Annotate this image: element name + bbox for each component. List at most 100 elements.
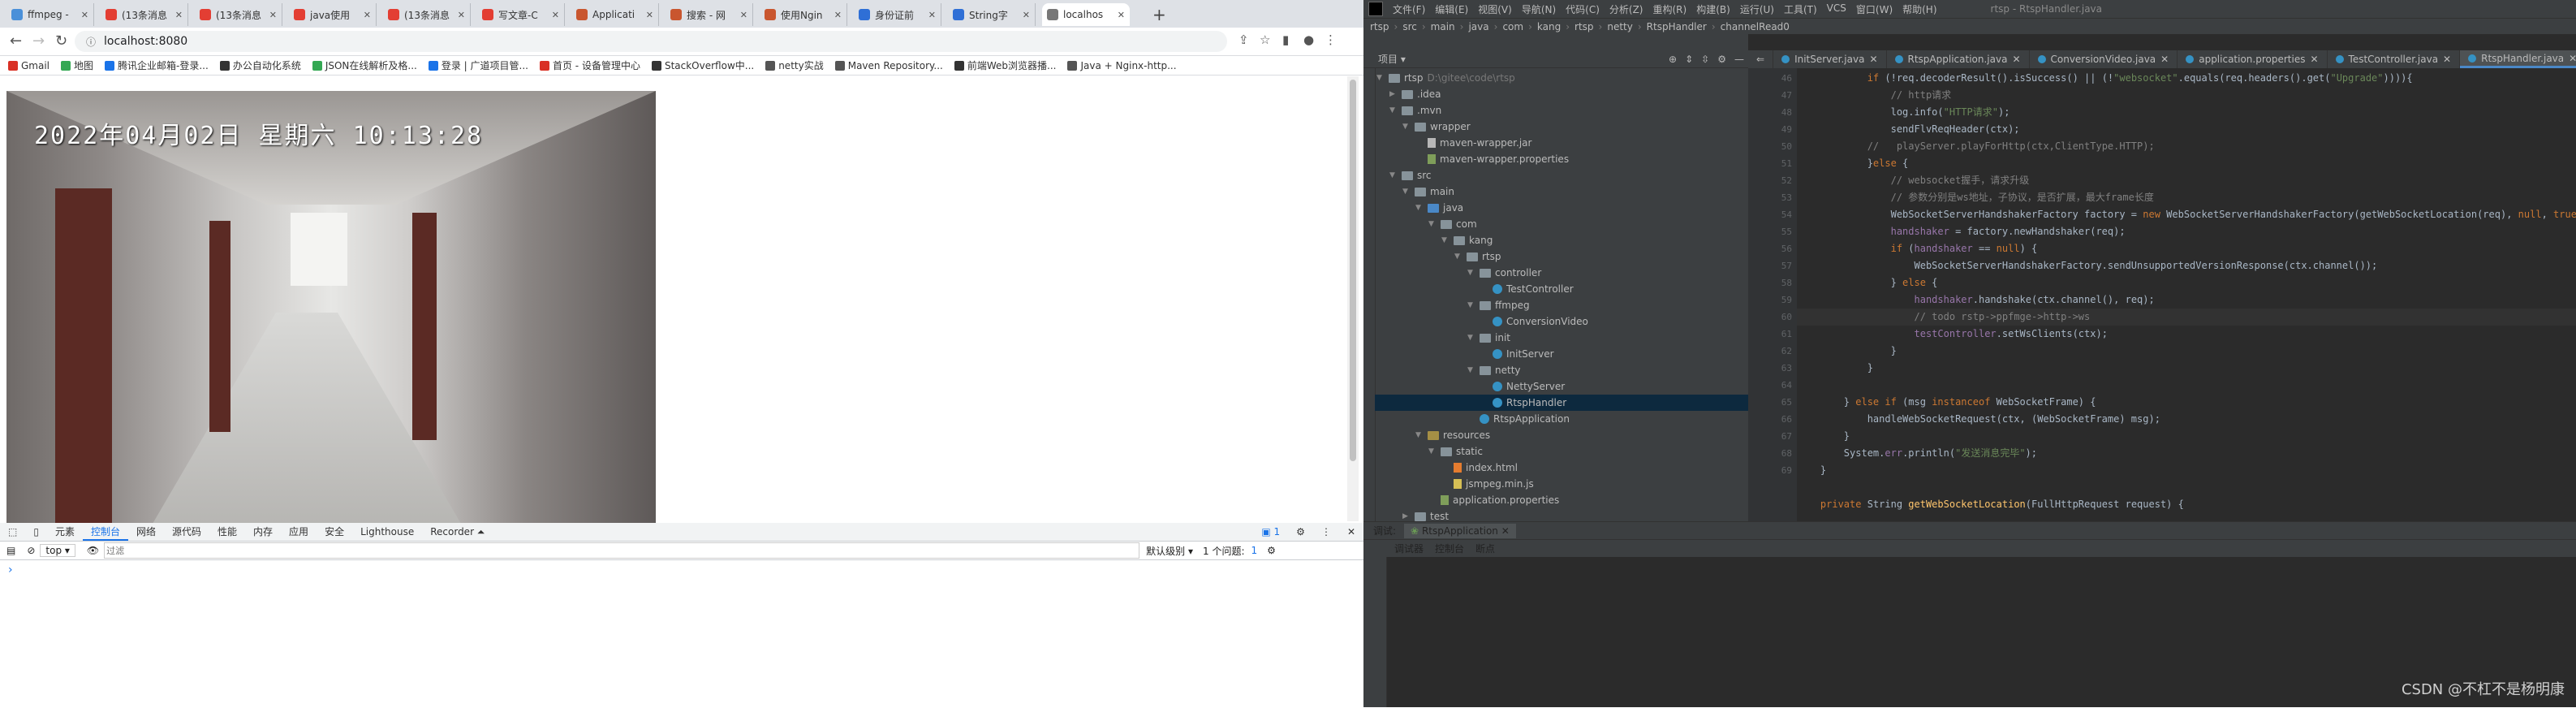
tree-item[interactable]: ▼ java (1415, 200, 1463, 216)
tree-item[interactable]: ▼ resources (1415, 427, 1490, 443)
devtools-tab[interactable]: 元素 (47, 523, 83, 541)
bookmark-item[interactable]: StackOverflow中... (651, 58, 754, 72)
inspect-icon[interactable]: ⬚ (0, 523, 25, 541)
tree-item[interactable]: ▼ controller (1467, 265, 1541, 281)
tree-item[interactable]: RtspApplication (1467, 411, 1570, 427)
console-prompt[interactable]: › (8, 563, 13, 576)
breadcrumb-item[interactable]: rtsp (1574, 21, 1594, 32)
code-line[interactable]: } else { (1797, 274, 1938, 291)
bookmark-item[interactable]: 地图 (61, 58, 93, 72)
tree-expand-icon[interactable]: ▼ (1428, 443, 1437, 460)
code-line[interactable]: handleWebSocketRequest(ctx, (WebSocketFr… (1797, 411, 2160, 428)
console-settings-icon[interactable]: ⚙ (1260, 545, 1282, 556)
bookmark-item[interactable]: 办公自动化系统 (219, 58, 301, 72)
debug-subtab[interactable]: 调试器 (1394, 542, 1424, 555)
tree-item[interactable]: application.properties (1428, 492, 1559, 508)
tree-expand-icon[interactable]: ▶ (1389, 86, 1398, 102)
code-line[interactable]: System.err.println("发送消息完毕"); (1797, 445, 2037, 462)
menu-item[interactable]: 导航(N) (1517, 2, 1561, 16)
address-bar[interactable]: ⓘ localhost:8080 (75, 31, 1227, 52)
devtools-tab[interactable]: 网络 (128, 523, 164, 541)
editor-tab[interactable]: RtspApplication.java ✕ (1887, 50, 2030, 68)
devtools-tab[interactable]: 控制台 (82, 523, 128, 541)
code-line[interactable]: // http请求 (1797, 87, 1952, 104)
chrome-menu-icon[interactable]: ⋮ (1325, 32, 1337, 47)
tree-expand-icon[interactable]: ▼ (1415, 200, 1424, 216)
tab-close-icon[interactable]: ✕ (646, 10, 653, 20)
code-line[interactable]: handshaker = factory.newHandshaker(req); (1797, 223, 2126, 240)
menu-item[interactable]: 重构(R) (1648, 2, 1692, 16)
devtools-tab[interactable]: 源代码 (164, 523, 209, 541)
code-line[interactable]: } (1797, 428, 1850, 445)
editor-tab-close-icon[interactable]: ✕ (2310, 50, 2318, 68)
tree-item[interactable]: ▼ .mvn (1389, 102, 1441, 119)
bookmark-star-icon[interactable]: ☆ (1260, 32, 1270, 47)
bookmark-item[interactable]: 登录 | 广道项目管... (428, 58, 528, 72)
tree-item[interactable]: ▼ src (1389, 167, 1432, 183)
bookmark-item[interactable]: 首页 - 设备管理中心 (539, 58, 640, 72)
expand-all-icon[interactable]: ⇕ (1681, 54, 1697, 65)
back-icon[interactable]: ← (10, 32, 22, 50)
code-line[interactable]: }else { (1797, 155, 1909, 172)
tree-item[interactable]: NettyServer (1480, 378, 1565, 395)
code-line[interactable]: testController.setWsClients(ctx); (1797, 326, 2108, 343)
page-info-icon[interactable]: ⓘ (86, 35, 96, 49)
browser-tab[interactable]: ffmpeg - ✕ (6, 3, 94, 26)
devtools-tab[interactable]: Lighthouse (352, 523, 422, 541)
issues-badge[interactable]: ▣ 1 (1253, 523, 1288, 541)
device-toggle-icon[interactable]: ▯ (25, 523, 47, 541)
tree-item[interactable]: maven-wrapper.properties (1415, 151, 1569, 167)
context-select[interactable]: top ▾ (40, 544, 75, 557)
tab-close-icon[interactable]: ✕ (81, 10, 88, 20)
devtools-tab[interactable]: 性能 (209, 523, 245, 541)
code-line[interactable]: WebSocketServerHandshakerFactory.sendUns… (1797, 257, 2377, 274)
devtools-tab[interactable]: 内存 (245, 523, 281, 541)
console-sidebar-icon[interactable]: ▤ (0, 545, 22, 556)
tab-close-icon[interactable]: ✕ (834, 10, 842, 20)
devtools-more-icon[interactable]: ⋮ (1313, 523, 1339, 541)
browser-tab[interactable]: 搜索 - 网 ✕ (666, 3, 753, 26)
code-line[interactable]: } (1797, 343, 1897, 360)
editor-tab-close-icon[interactable]: ✕ (2569, 50, 2576, 67)
menu-item[interactable]: 文件(F) (1388, 2, 1430, 16)
bookmark-item[interactable]: 前端Web浏览器播... (954, 58, 1056, 72)
log-level-select[interactable]: 默认级别 ▾ (1139, 544, 1200, 558)
tree-item[interactable]: ▶ .idea (1389, 86, 1441, 102)
code-line[interactable]: log.info("HTTP请求"); (1797, 104, 2010, 121)
breadcrumb-item[interactable]: src (1402, 21, 1417, 32)
tree-expand-icon[interactable]: ▼ (1441, 232, 1450, 248)
scrollbar-thumb[interactable] (1350, 80, 1356, 461)
code-line[interactable]: // todo rstp->ppfmge->http->ws (1797, 309, 2576, 326)
live-expression-icon[interactable]: 👁 (82, 545, 104, 556)
code-line[interactable]: // 参数分别是ws地址，子协议，是否扩展，最大frame长度 (1797, 189, 2154, 206)
menu-item[interactable]: 工具(T) (1779, 2, 1822, 16)
menu-item[interactable]: 运行(U) (1735, 2, 1779, 16)
tree-item[interactable]: index.html (1441, 460, 1518, 476)
browser-tab[interactable]: (13条消息 ✕ (195, 3, 282, 26)
tree-item[interactable]: jsmpeg.min.js (1441, 476, 1534, 492)
tree-expand-icon[interactable]: ▼ (1467, 330, 1475, 346)
editor-tab[interactable]: application.properties ✕ (2178, 50, 2328, 68)
bookmark-item[interactable]: 腾讯企业邮箱-登录... (105, 58, 209, 72)
tree-item[interactable]: ▼ ffmpeg (1467, 297, 1530, 313)
code-editor[interactable]: if (!req.decoderResult().isSuccess() || … (1797, 68, 2576, 521)
close-run-tab-icon[interactable]: ✕ (1501, 525, 1510, 537)
editor-tab-close-icon[interactable]: ✕ (1869, 50, 1877, 68)
locate-icon[interactable]: ⊕ (1665, 54, 1681, 65)
editor-tab-close-icon[interactable]: ✕ (2443, 50, 2451, 68)
tree-expand-icon[interactable]: ▼ (1467, 297, 1475, 313)
code-line[interactable]: sendFlvReqHeader(ctx); (1797, 121, 2020, 138)
menu-item[interactable]: 帮助(H) (1898, 2, 1941, 16)
tree-item[interactable]: ▼ init (1467, 330, 1510, 346)
code-line[interactable]: // websocket握手，请求升级 (1797, 172, 2030, 189)
tree-item[interactable]: ▼ netty (1467, 362, 1521, 378)
issues-link[interactable]: 1 个问题: (1200, 544, 1248, 558)
menu-item[interactable]: 构建(B) (1691, 2, 1735, 16)
tree-expand-icon[interactable]: ▼ (1415, 427, 1424, 443)
tree-expand-icon[interactable]: ▼ (1428, 216, 1437, 232)
tree-item[interactable]: InitServer (1480, 346, 1554, 362)
devtools-tab[interactable]: Recorder ⏶ (422, 523, 493, 541)
devtools-close-icon[interactable]: ✕ (1339, 523, 1363, 541)
tab-close-icon[interactable]: ✕ (740, 10, 747, 20)
browser-tab[interactable]: String字 ✕ (948, 3, 1036, 26)
